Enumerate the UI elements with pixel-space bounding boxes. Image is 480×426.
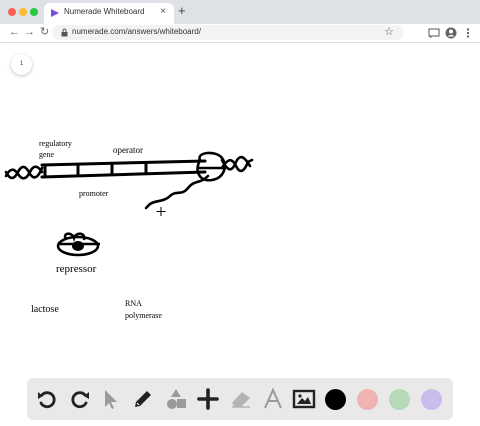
browser-window: Numerade Whiteboard × + ← → ↻ numerade.c… xyxy=(0,0,480,426)
shapes-icon[interactable] xyxy=(164,387,188,411)
whiteboard-canvas[interactable]: 1 regulatory gene operator promoter repr… xyxy=(0,43,480,426)
label-polymerase: polymerase xyxy=(125,311,162,320)
image-icon[interactable] xyxy=(292,387,316,411)
crosshair-cursor xyxy=(156,207,166,216)
label-promoter: promoter xyxy=(79,189,109,198)
reload-icon[interactable]: ↻ xyxy=(40,25,49,39)
close-tab-icon[interactable]: × xyxy=(160,6,166,17)
profile-avatar-icon[interactable] xyxy=(445,27,457,39)
browser-tab[interactable]: Numerade Whiteboard × xyxy=(44,3,174,24)
label-gene: gene xyxy=(39,150,55,159)
redo-icon[interactable] xyxy=(68,387,92,411)
drawing-layer xyxy=(4,151,254,257)
browser-toolbar: ← → ↻ numerade.com/answers/whiteboard/ ☆ xyxy=(0,24,480,43)
gene-bar-top xyxy=(40,159,207,167)
forward-icon[interactable]: → xyxy=(24,25,35,39)
tab-strip: Numerade Whiteboard × + xyxy=(0,0,480,24)
select-pointer-icon[interactable] xyxy=(99,387,123,411)
label-rna: RNA xyxy=(125,299,142,308)
close-window-button[interactable] xyxy=(8,8,16,16)
cast-icon[interactable] xyxy=(428,27,440,39)
label-lactose: lactose xyxy=(31,304,59,315)
polymerase-blob xyxy=(196,151,226,182)
color-red-swatch[interactable] xyxy=(357,389,378,410)
address-bar[interactable]: numerade.com/answers/whiteboard/ ☆ xyxy=(52,25,404,40)
gene-bar-bottom xyxy=(40,170,207,179)
new-tab-icon[interactable]: + xyxy=(178,4,186,18)
mrna-strand xyxy=(144,174,210,210)
numerade-logo-icon xyxy=(51,9,59,17)
back-icon[interactable]: ← xyxy=(9,25,20,39)
minimize-window-button[interactable] xyxy=(19,8,27,16)
repressor-shape-center xyxy=(72,241,84,251)
pen-icon[interactable] xyxy=(131,387,155,411)
drawing-toolbar xyxy=(27,378,453,420)
text-tool-icon[interactable] xyxy=(261,387,285,411)
undo-icon[interactable] xyxy=(35,387,59,411)
color-purple-swatch[interactable] xyxy=(421,389,442,410)
color-black-swatch[interactable] xyxy=(325,389,346,410)
bookmark-star-icon[interactable]: ☆ xyxy=(384,25,394,38)
url-text: numerade.com/answers/whiteboard/ xyxy=(72,27,201,36)
browser-menu-icon[interactable] xyxy=(462,27,474,39)
label-repressor: repressor xyxy=(56,263,97,275)
tab-title: Numerade Whiteboard xyxy=(64,7,145,16)
color-green-swatch[interactable] xyxy=(389,389,410,410)
label-operator: operator xyxy=(113,145,143,155)
maximize-window-button[interactable] xyxy=(30,8,38,16)
add-icon[interactable] xyxy=(196,387,220,411)
page-number-badge[interactable]: 1 xyxy=(11,54,32,75)
lock-icon xyxy=(61,28,68,37)
eraser-icon[interactable] xyxy=(229,387,253,411)
label-regulatory: regulatory xyxy=(39,139,72,148)
